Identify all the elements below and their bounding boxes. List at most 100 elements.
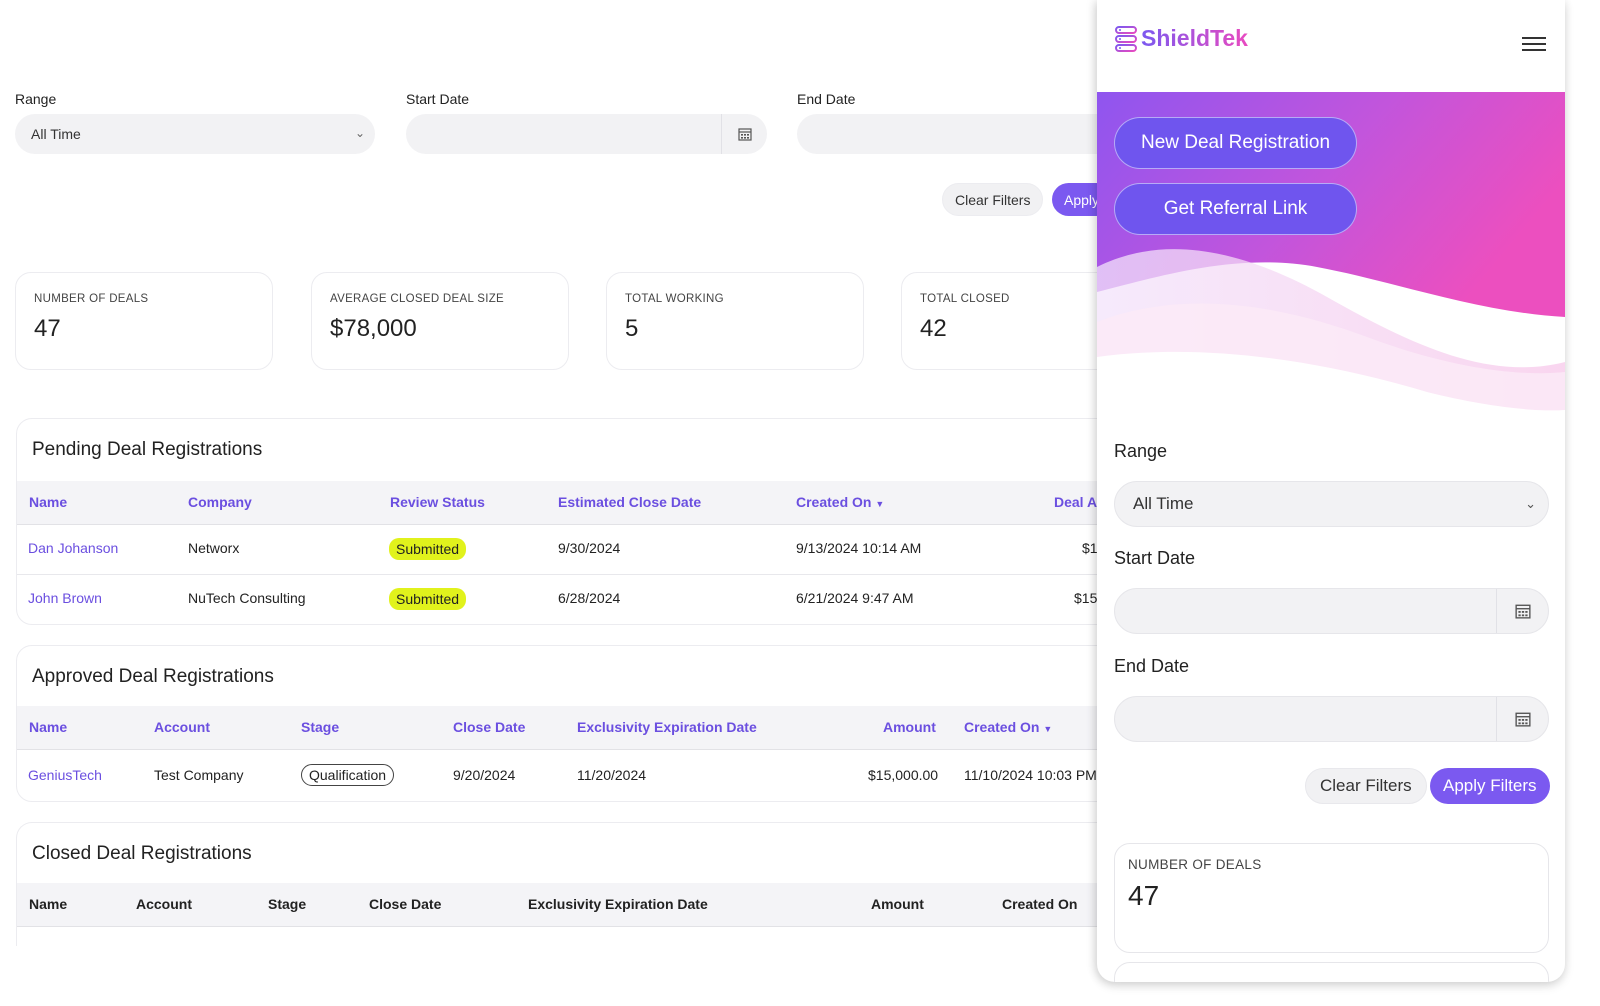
- close-date-cell: 9/20/2024: [453, 767, 516, 783]
- status-badge: Submitted: [389, 538, 467, 560]
- stat-card-total-closed: TOTAL CLOSED 42: [901, 272, 1120, 370]
- start-date-label: Start Date: [1114, 548, 1196, 568]
- get-referral-link-button[interactable]: Get Referral Link: [1114, 183, 1357, 235]
- end-date-label: End Date: [797, 91, 856, 107]
- pending-deals-panel: Pending Deal Registrations Name Company …: [16, 418, 1120, 625]
- deal-name-link[interactable]: John Brown: [28, 590, 102, 606]
- stat-label: AVERAGE CLOSED DEAL SIZE: [330, 293, 505, 305]
- column-header-close-date[interactable]: Close Date: [369, 896, 441, 912]
- stat-card-number-of-deals: NUMBER OF DEALS 47: [1114, 843, 1549, 953]
- menu-icon[interactable]: [1522, 37, 1546, 55]
- stat-value: $78,000: [330, 315, 417, 342]
- stat-value: 5: [625, 315, 639, 342]
- calendar-icon[interactable]: [1496, 697, 1548, 741]
- stat-card-partial: [1114, 962, 1549, 982]
- stat-card-number-of-deals: NUMBER OF DEALS 47: [15, 272, 273, 370]
- mobile-header: ShieldTek: [1097, 0, 1565, 92]
- range-select[interactable]: All Time ⌄: [15, 114, 375, 154]
- column-header-created-on[interactable]: Created On ▼: [796, 494, 884, 510]
- column-header-amount[interactable]: Amount: [871, 896, 924, 912]
- table-header: Name Account Stage Close Date Exclusivit…: [17, 883, 1120, 927]
- amount-cell: $15,000.00: [868, 767, 939, 783]
- calendar-icon[interactable]: [721, 114, 767, 154]
- panel-title: Pending Deal Registrations: [32, 439, 263, 460]
- hero-banner: New Deal Registration Get Referral Link: [1097, 92, 1565, 412]
- column-header-name[interactable]: Name: [29, 494, 67, 510]
- calendar-icon[interactable]: [1496, 589, 1548, 633]
- column-header-amount[interactable]: Amount: [883, 719, 936, 735]
- range-label: Range: [1114, 441, 1168, 461]
- column-header-stage[interactable]: Stage: [301, 719, 339, 735]
- column-header-estimated-close-date[interactable]: Estimated Close Date: [558, 494, 701, 510]
- closed-deals-panel: Closed Deal Registrations Name Account S…: [16, 822, 1120, 946]
- stat-card-average-closed-deal-size: AVERAGE CLOSED DEAL SIZE $78,000: [311, 272, 569, 370]
- start-date-input[interactable]: [1114, 588, 1549, 634]
- column-header-deal-amount[interactable]: Deal A: [1054, 494, 1097, 510]
- account-cell: Test Company: [154, 767, 244, 783]
- stat-value: 47: [1128, 880, 1160, 911]
- stage-badge: Qualification: [301, 764, 395, 786]
- company-cell: NuTech Consulting: [188, 590, 306, 606]
- desktop-view: Range All Time ⌄ Start Date End Date Cle…: [0, 0, 1120, 1006]
- deal-name-link[interactable]: Dan Johanson: [28, 540, 118, 556]
- end-date-input[interactable]: [797, 114, 1120, 154]
- column-header-created-on[interactable]: Created On ▼: [964, 719, 1052, 735]
- clear-filters-button[interactable]: Clear Filters: [942, 183, 1044, 216]
- status-badge: Submitted: [389, 588, 467, 610]
- created-on-cell: 6/21/2024 9:47 AM: [796, 590, 914, 606]
- stat-value: 42: [920, 315, 947, 342]
- close-date-cell: 6/28/2024: [558, 590, 621, 606]
- start-date-input[interactable]: [406, 114, 767, 154]
- range-label: Range: [15, 91, 57, 107]
- stat-label: TOTAL WORKING: [625, 293, 724, 305]
- column-header-stage[interactable]: Stage: [268, 896, 306, 912]
- range-select[interactable]: All Time ⌄: [1114, 481, 1549, 527]
- created-on-cell: 9/13/2024 10:14 AM: [796, 540, 922, 556]
- panel-title: Approved Deal Registrations: [32, 666, 274, 687]
- column-header-exclusivity-expiration-date[interactable]: Exclusivity Expiration Date: [577, 719, 757, 735]
- clear-filters-button[interactable]: Clear Filters: [1305, 768, 1427, 804]
- stat-card-total-working: TOTAL WORKING 5: [606, 272, 864, 370]
- sort-down-icon: ▼: [875, 499, 885, 509]
- stat-label: NUMBER OF DEALS: [34, 293, 149, 305]
- deal-name-link[interactable]: GeniusTech: [28, 767, 102, 783]
- table-header: Name Company Review Status Estimated Clo…: [17, 481, 1120, 525]
- column-header-name[interactable]: Name: [29, 719, 67, 735]
- new-deal-registration-button[interactable]: New Deal Registration: [1114, 117, 1357, 169]
- created-on-cell: 11/10/2024 10:03 PM: [964, 767, 1097, 783]
- sort-down-icon: ▼: [1043, 724, 1053, 734]
- chevron-down-icon: ⌄: [1525, 496, 1536, 511]
- amount-cell: $1: [1082, 540, 1098, 556]
- panel-title: Closed Deal Registrations: [32, 843, 252, 864]
- chevron-down-icon: ⌄: [354, 126, 365, 140]
- company-cell: Networx: [188, 540, 240, 556]
- server-stack-icon: [1115, 25, 1137, 52]
- column-header-label: Created On: [796, 494, 872, 510]
- brand-name: ShieldTek: [1141, 25, 1248, 51]
- brand-logo[interactable]: ShieldTek: [1114, 25, 1248, 52]
- column-header-company[interactable]: Company: [188, 494, 252, 510]
- stat-label: TOTAL CLOSED: [920, 293, 1010, 305]
- close-date-cell: 9/30/2024: [558, 540, 621, 556]
- range-select-value: All Time: [31, 126, 81, 142]
- approved-deals-panel: Approved Deal Registrations Name Account…: [16, 645, 1120, 802]
- table-header: Name Account Stage Close Date Exclusivit…: [17, 706, 1120, 750]
- column-header-created-on[interactable]: Created On: [1002, 896, 1077, 912]
- column-header-name[interactable]: Name: [29, 896, 67, 912]
- mobile-view: ShieldTek New Deal Registration Get Refe…: [1097, 0, 1565, 982]
- row-divider: [17, 574, 1120, 575]
- end-date-input[interactable]: [1114, 696, 1549, 742]
- expiration-date-cell: 11/20/2024: [577, 767, 647, 783]
- column-header-label: Created On: [964, 719, 1040, 735]
- column-header-account[interactable]: Account: [154, 719, 210, 735]
- column-header-account[interactable]: Account: [136, 896, 192, 912]
- apply-filters-button[interactable]: Apply Filters: [1430, 768, 1550, 804]
- column-header-close-date[interactable]: Close Date: [453, 719, 525, 735]
- column-header-review-status[interactable]: Review Status: [390, 494, 485, 510]
- start-date-label: Start Date: [406, 91, 470, 107]
- stat-label: NUMBER OF DEALS: [1128, 857, 1262, 872]
- column-header-exclusivity-expiration-date[interactable]: Exclusivity Expiration Date: [528, 896, 708, 912]
- end-date-label: End Date: [1114, 656, 1190, 676]
- range-select-value: All Time: [1133, 494, 1194, 513]
- amount-cell: $15: [1074, 590, 1098, 606]
